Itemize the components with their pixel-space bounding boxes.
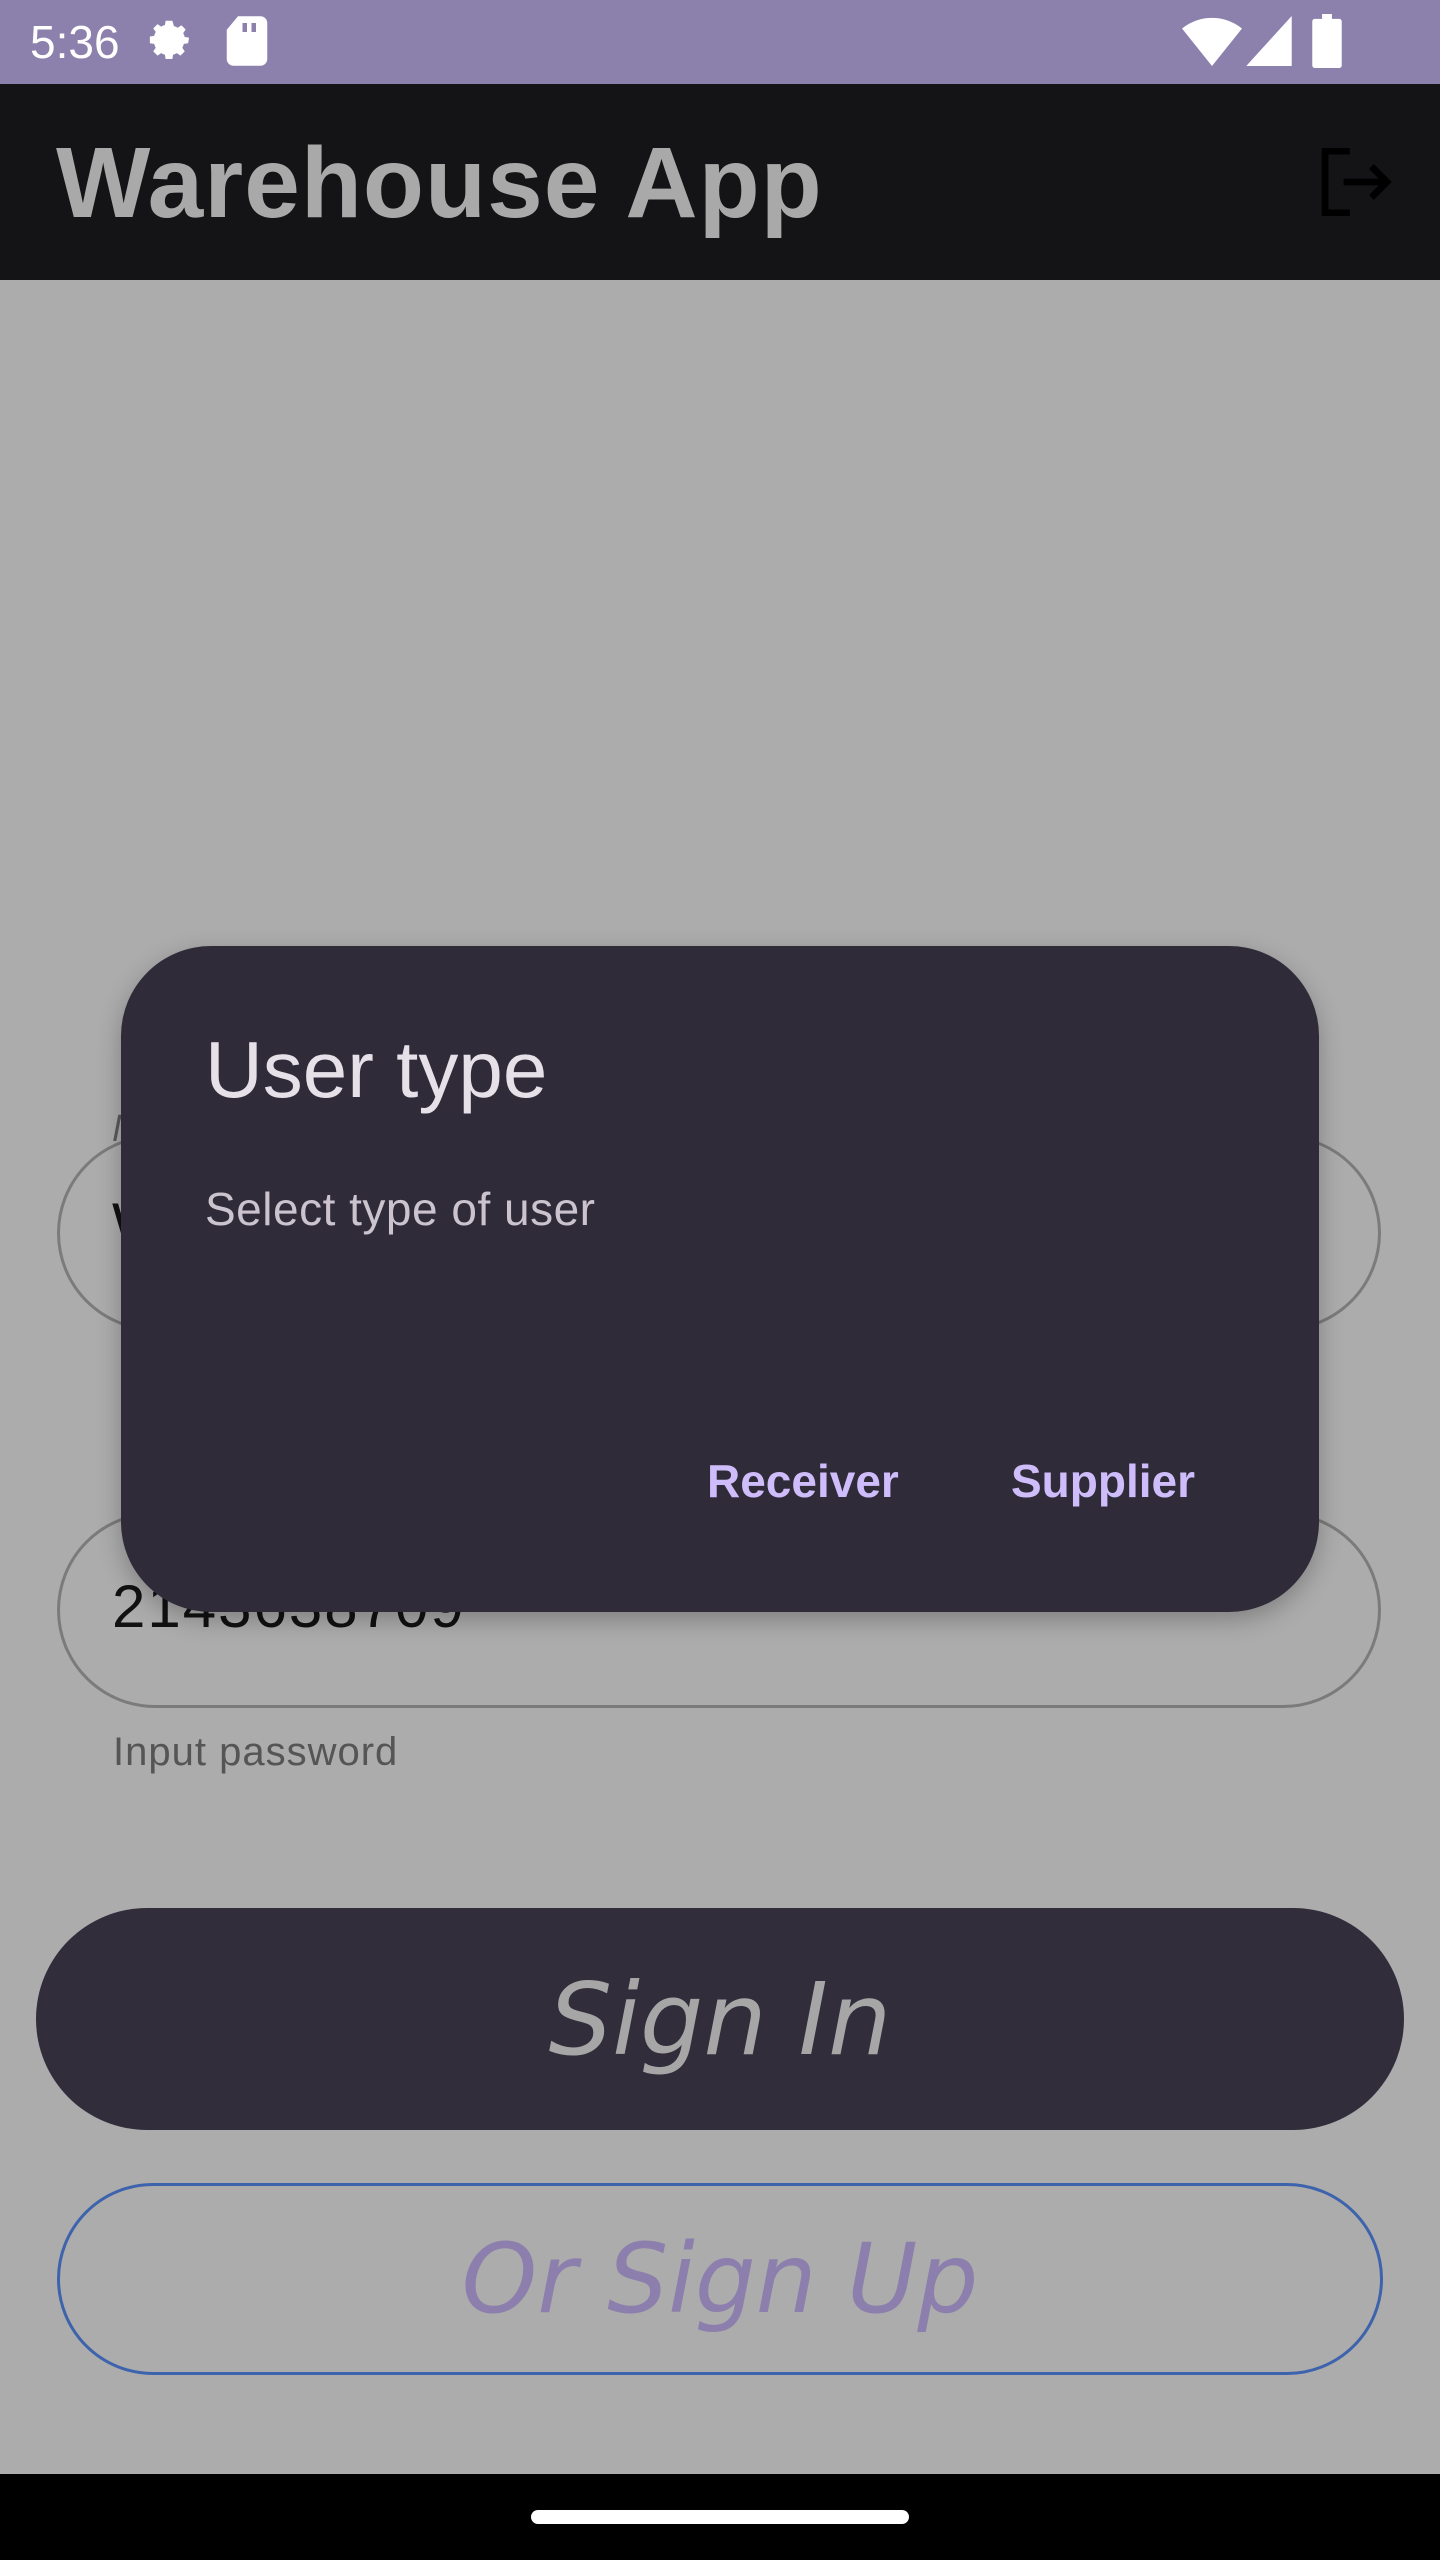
cell-signal-icon: [1246, 16, 1292, 70]
sign-up-button[interactable]: Or Sign Up: [57, 2183, 1383, 2375]
dialog-title: User type: [205, 1025, 548, 1114]
dialog-message: Select type of user: [205, 1183, 596, 1235]
app-bar: Warehouse App: [0, 84, 1440, 280]
app-title: Warehouse App: [56, 127, 823, 239]
home-gesture-handle[interactable]: [531, 2510, 909, 2524]
navigation-bar: [0, 2474, 1440, 2560]
password-helper-text: Input password: [113, 1730, 399, 1774]
wifi-icon: [1182, 16, 1242, 70]
user-type-dialog: User type Select type of user Receiver S…: [121, 946, 1319, 1612]
supplier-button[interactable]: Supplier: [991, 1444, 1215, 1518]
settings-gear-icon: [142, 14, 196, 72]
battery-icon: [1312, 14, 1342, 72]
receiver-button[interactable]: Receiver: [687, 1444, 919, 1518]
status-time: 5:36: [30, 16, 120, 68]
logout-icon[interactable]: [1318, 147, 1394, 220]
sign-in-button[interactable]: Sign In: [36, 1908, 1404, 2130]
status-bar: 5:36: [0, 0, 1440, 84]
sd-card-icon: [224, 14, 270, 72]
